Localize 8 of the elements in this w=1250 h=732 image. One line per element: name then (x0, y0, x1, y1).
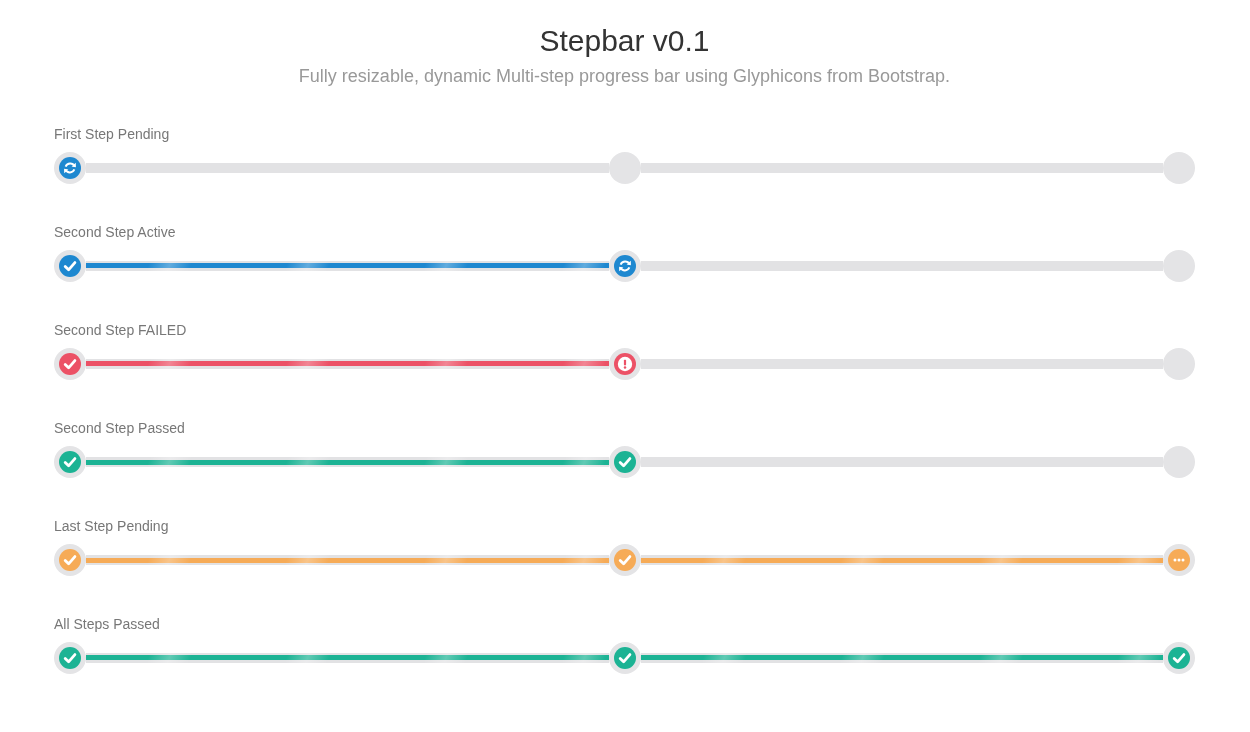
page-title: Stepbar v0.1 (538, 24, 711, 57)
page-subtitle: Fully resizable, dynamic Multi-step progress bar using Glyphicons from Bootstrap. (297, 65, 952, 88)
stepbar-label: Second Step FAILED (54, 321, 188, 341)
stepbar-label: All Steps Passed (54, 615, 161, 635)
stepbar-label: Last Step Pending (54, 517, 170, 537)
stepbar-label: First Step Pending (54, 125, 171, 145)
stepbar-label: Second Step Active (54, 223, 177, 243)
stepbar-label: Second Step Passed (54, 419, 186, 439)
